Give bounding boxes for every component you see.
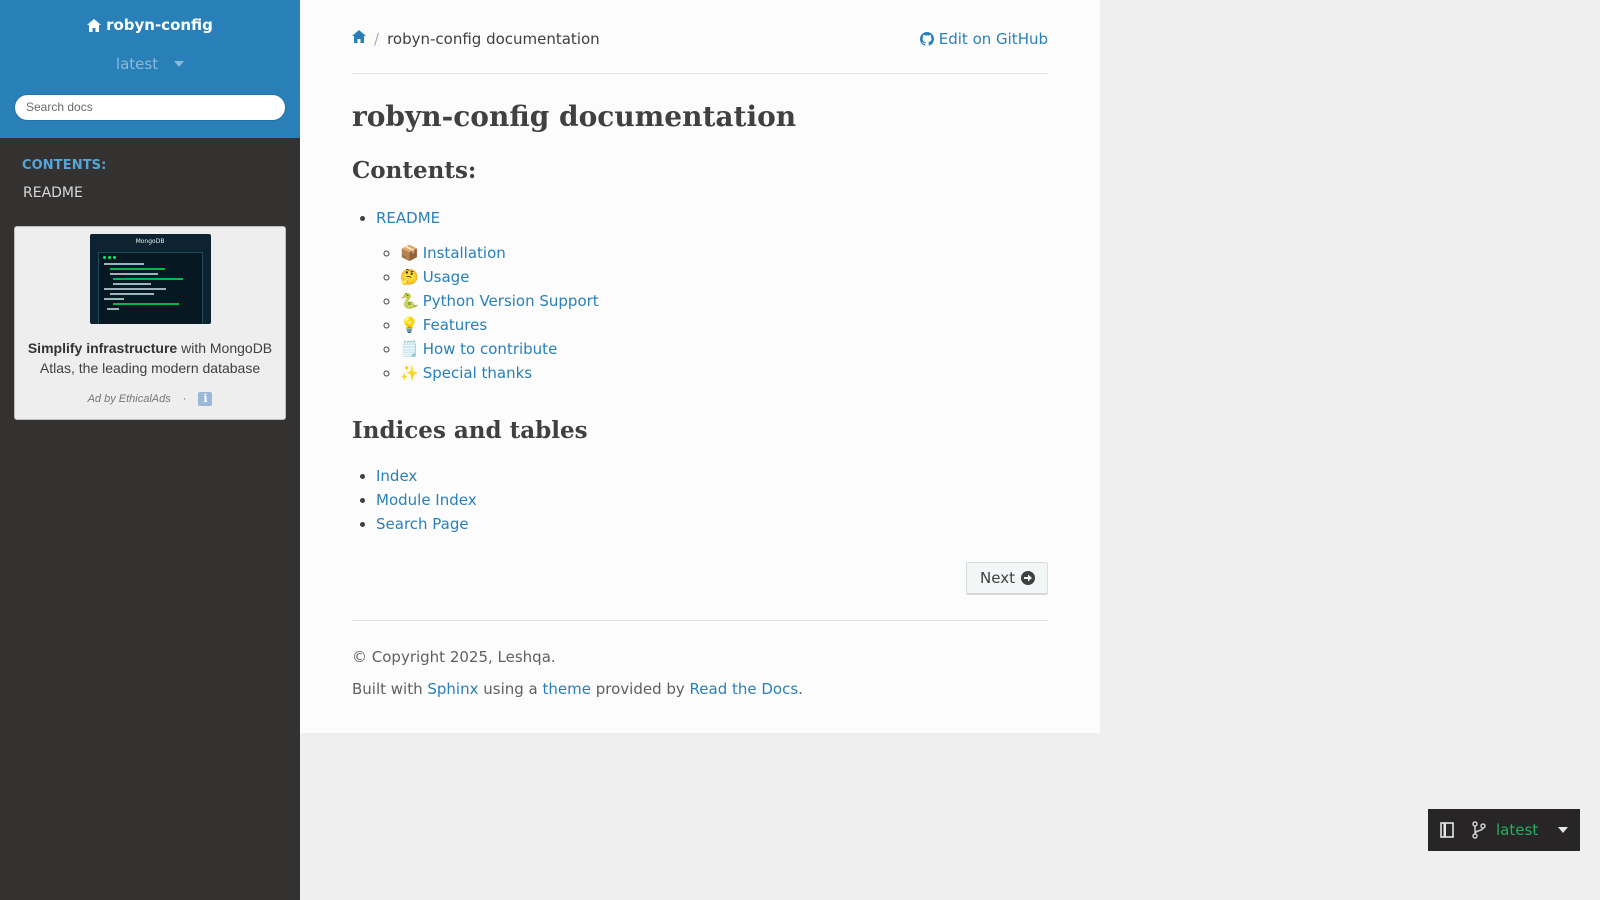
book-icon <box>1440 822 1454 838</box>
copyright: © Copyright 2025, Leshqa. <box>352 648 556 666</box>
breadcrumb: / robyn-config documentation Edit on Git… <box>352 0 1048 74</box>
ethical-ad: MongoDB Simplify infrastructure with Mon… <box>14 226 286 420</box>
index-link[interactable]: Index <box>376 467 417 485</box>
list-item: Search Page <box>376 512 1048 536</box>
toc-subitem: ✨Special thanks <box>400 361 1048 385</box>
git-branch-icon <box>1472 821 1486 839</box>
badge-version-label: latest <box>1496 821 1539 839</box>
caret-down-icon <box>1558 827 1568 833</box>
toc-subitem: 📦Installation <box>400 241 1048 265</box>
pagination: Next <box>352 562 1048 596</box>
read-the-docs-link[interactable]: Read the Docs <box>690 680 799 698</box>
toc-link-special-thanks[interactable]: Special thanks <box>423 364 532 382</box>
content-below-background <box>300 733 1100 900</box>
ad-image-terminal <box>97 252 203 324</box>
list-item: Index <box>376 464 1048 488</box>
toc-list: README 📦Installation 🤔Usage 🐍Python Vers… <box>352 206 1048 385</box>
home-icon <box>87 18 102 32</box>
toc-subitem: 💡Features <box>400 313 1048 337</box>
edit-on-github-label: Edit on GitHub <box>938 30 1048 48</box>
project-home-link[interactable]: robyn-config <box>87 16 213 34</box>
toc-link-python-version-support[interactable]: Python Version Support <box>423 292 599 310</box>
sidebar-header: robyn-config latest <box>0 0 300 138</box>
toc-subitem: 🐍Python Version Support <box>400 289 1048 313</box>
breadcrumb-current: robyn-config documentation <box>387 30 600 48</box>
sidebar-item-readme[interactable]: README <box>23 185 300 201</box>
sphinx-link[interactable]: Sphinx <box>427 680 478 698</box>
indices-heading: Indices and tables <box>352 417 588 444</box>
toc-sublist: 📦Installation 🤔Usage 🐍Python Version Sup… <box>376 241 1048 385</box>
next-button[interactable]: Next <box>966 562 1048 595</box>
breadcrumb-home-link[interactable] <box>352 30 366 43</box>
ad-image[interactable]: MongoDB <box>89 234 211 324</box>
toc-subitem: 🗒️How to contribute <box>400 337 1048 361</box>
built-with-provided: provided by <box>590 680 690 698</box>
github-icon <box>919 32 934 46</box>
built-with-using: using a <box>478 680 543 698</box>
ad-separator: · <box>182 393 187 405</box>
light-bulb-icon: 💡 <box>400 316 419 334</box>
home-icon <box>352 30 366 43</box>
snake-icon: 🐍 <box>400 292 419 310</box>
search-page-link[interactable]: Search Page <box>376 515 469 533</box>
version-selector[interactable]: latest <box>0 55 300 73</box>
thinking-face-icon: 🤔 <box>400 268 419 286</box>
ad-headline[interactable]: Simplify infrastructure <box>28 340 177 356</box>
next-label: Next <box>980 569 1015 587</box>
sparkles-icon: ✨ <box>400 364 419 382</box>
project-name: robyn-config <box>106 16 213 34</box>
package-icon: 📦 <box>400 244 419 262</box>
arrow-circle-right-icon <box>1021 571 1035 585</box>
toc-link-how-to-contribute[interactable]: How to contribute <box>423 340 558 358</box>
contents-heading: Contents: <box>352 157 477 184</box>
version-label: latest <box>115 54 159 73</box>
rtd-version-badge[interactable]: latest <box>1428 809 1580 851</box>
ad-attribution-link[interactable]: Ad by EthicalAds <box>88 393 171 405</box>
list-item: Module Index <box>376 488 1048 512</box>
ad-text[interactable]: Simplify infrastructure with MongoDB Atl… <box>25 338 275 378</box>
info-icon[interactable]: i <box>198 392 213 406</box>
module-index-link[interactable]: Module Index <box>376 491 477 509</box>
toc-link-features[interactable]: Features <box>423 316 488 334</box>
indices-list: Index Module Index Search Page <box>352 464 1048 536</box>
sidebar: robyn-config latest CONTENTS: README Mon… <box>0 0 300 900</box>
main-content-panel: / robyn-config documentation Edit on Git… <box>300 0 1100 733</box>
toc-caption: CONTENTS: <box>22 158 107 173</box>
toc-link-usage[interactable]: Usage <box>423 268 470 286</box>
breadcrumb-separator: / <box>374 30 380 48</box>
ad-footer: Ad by EthicalAds · i <box>15 392 285 406</box>
toc-item: README 📦Installation 🤔Usage 🐍Python Vers… <box>376 206 1048 385</box>
built-with: Built with Sphinx using a theme provided… <box>352 680 1048 698</box>
main-content: / robyn-config documentation Edit on Git… <box>352 0 1048 698</box>
built-with-prefix: Built with <box>352 680 428 698</box>
built-with-period: . <box>798 680 803 698</box>
search-input[interactable] <box>14 93 286 121</box>
theme-link[interactable]: theme <box>543 680 591 698</box>
notepad-icon: 🗒️ <box>400 340 419 358</box>
page-background <box>1100 0 1600 900</box>
caret-down-icon <box>174 60 185 67</box>
ad-image-brand: MongoDB <box>135 238 165 245</box>
footer-divider <box>352 620 1048 621</box>
toc-link-readme[interactable]: README <box>376 209 440 227</box>
toc-link-installation[interactable]: Installation <box>423 244 506 262</box>
toc-subitem: 🤔Usage <box>400 265 1048 289</box>
page-title: robyn-config documentation <box>352 100 797 133</box>
edit-on-github-link[interactable]: Edit on GitHub <box>919 30 1048 48</box>
